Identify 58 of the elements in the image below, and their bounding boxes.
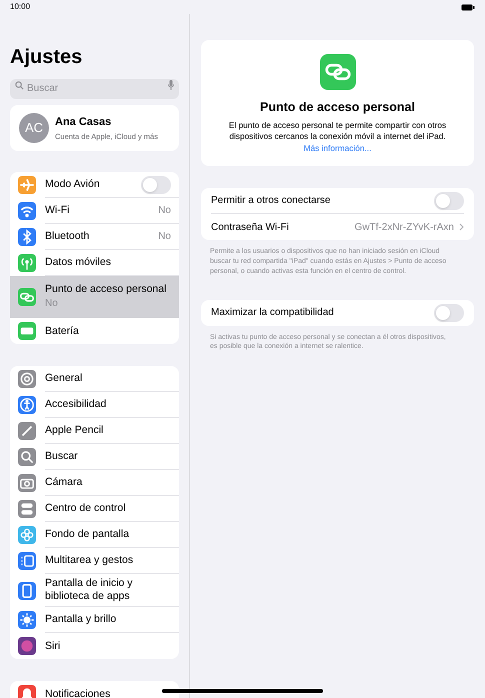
item-label: General (45, 372, 84, 385)
settings-item[interactable]: Accesibilidad (10, 392, 179, 418)
status-time: 10:00 (10, 1, 30, 13)
settings-item[interactable]: Cámara (10, 470, 179, 496)
toggle-switch[interactable] (434, 192, 464, 210)
row-value: GwTf-2xNr-ZYvK-rAxn (354, 220, 454, 235)
search-field[interactable]: Buscar (10, 78, 179, 98)
item-label: Modo Avión (45, 178, 101, 191)
settings-item[interactable]: Wi-Fi No (10, 198, 179, 224)
toggle-switch[interactable] (434, 304, 464, 322)
item-label: Centro de control (45, 502, 127, 515)
more-info-link[interactable]: Más información... (304, 142, 372, 154)
item-label: Pantalla y brillo (45, 613, 118, 626)
chevron-icon (459, 223, 464, 232)
row-label: Maximizar la compatibilidad (211, 306, 335, 320)
item-label: Siri (45, 640, 62, 652)
item-label: Multitarea y gestos (45, 554, 134, 567)
settings-item[interactable]: Pantalla y brillo (10, 607, 179, 633)
search-icon (15, 80, 24, 90)
item-value: No (158, 230, 171, 244)
item-label: Datos móviles (45, 256, 112, 269)
item-label: Notificaciones (45, 688, 112, 698)
toggle-switch[interactable] (141, 176, 171, 194)
hero-title: Punto de acceso personal (260, 99, 415, 116)
item-label: Buscar (45, 450, 79, 463)
settings-item[interactable]: Bluetooth No (10, 224, 179, 250)
item-label: Punto de acceso personal (45, 283, 168, 296)
item-label: Pantalla de inicio y biblioteca de apps (45, 577, 134, 603)
settings-item[interactable]: Notificaciones (10, 681, 179, 698)
settings-item[interactable]: Pantalla de inicio y biblioteca de apps (10, 574, 179, 607)
settings-item[interactable]: Punto de acceso personal No (10, 276, 179, 318)
item-label: Batería (45, 324, 80, 338)
settings-item[interactable]: Batería (10, 318, 179, 344)
item-label: Wi-Fi (45, 204, 70, 217)
row-label: Contraseña Wi-Fi (211, 220, 290, 235)
row-label: Permitir a otros conectarse (211, 194, 332, 208)
item-value: No (158, 204, 171, 218)
hero-description: El punto de acceso personal te permite compartir con otros dispositivos cercanos la conexión móvil a internet del iPad. (228, 120, 448, 143)
settings-item[interactable]: Buscar (10, 444, 179, 470)
item-label: Accesibilidad (45, 398, 108, 411)
chain-link-icon (320, 54, 356, 90)
settings-item[interactable]: Fondo de pantalla (10, 522, 179, 548)
item-label: Fondo de pantalla (45, 528, 130, 541)
item-label: Apple Pencil (45, 424, 104, 437)
sidebar-title: Ajustes (10, 45, 84, 69)
item-subtitle: No (45, 297, 59, 311)
settings-item[interactable]: Multitarea y gestos (10, 548, 179, 574)
microphone-icon (168, 80, 174, 90)
avatar: AC (19, 113, 49, 143)
settings-item[interactable]: Siri (10, 633, 179, 659)
settings-item[interactable]: Centro de control (10, 496, 179, 522)
settings-item[interactable]: Apple Pencil (10, 418, 179, 444)
battery-icon (461, 4, 475, 10)
item-label: Bluetooth (45, 230, 90, 243)
settings-item[interactable]: General (10, 366, 179, 392)
settings-item[interactable]: Modo Avión (10, 172, 179, 198)
item-label: Cámara (45, 476, 84, 489)
profile-name: Ana Casas (55, 115, 112, 130)
